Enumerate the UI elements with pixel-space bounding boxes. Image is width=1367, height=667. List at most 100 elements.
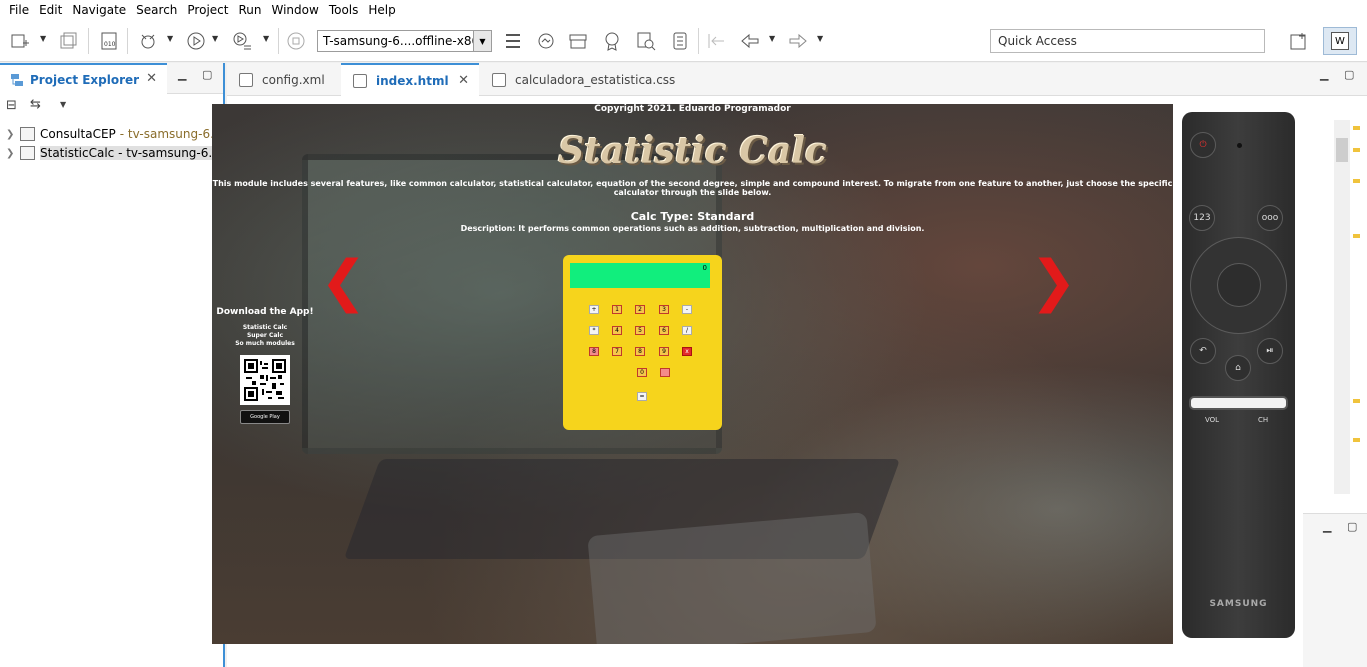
chevron-down-icon[interactable]: ▼: [167, 34, 173, 43]
play-pause-icon[interactable]: ⏯: [1257, 338, 1283, 364]
tab-project-explorer[interactable]: Project Explorer ✕: [0, 63, 167, 94]
chevron-down-icon[interactable]: ▼: [473, 31, 491, 51]
minimize-icon[interactable]: ▁: [1323, 520, 1331, 533]
key-clear[interactable]: x: [682, 347, 692, 356]
certificate-icon[interactable]: [601, 30, 623, 52]
annotation-marker[interactable]: [1353, 179, 1360, 183]
key-divide[interactable]: /: [682, 326, 692, 335]
tab-calculadora-css[interactable]: calculadora_estatistica.css: [480, 63, 680, 96]
editor-scrollbar[interactable]: [1334, 120, 1350, 494]
key-subtract[interactable]: -: [682, 305, 692, 314]
home-icon[interactable]: ⌂: [1225, 355, 1251, 381]
previous-arrow-icon[interactable]: ❮: [320, 254, 367, 310]
new-wizard-icon[interactable]: [9, 30, 31, 52]
maximize-icon[interactable]: ▢: [1347, 520, 1357, 533]
target-device-select[interactable]: T-samsung-6....offline-x86) ▼: [317, 30, 492, 52]
key-9[interactable]: 9: [659, 347, 669, 356]
key-3[interactable]: 3: [659, 305, 669, 314]
key-8[interactable]: 8: [635, 347, 645, 356]
maximize-icon[interactable]: ▢: [1344, 68, 1354, 81]
tree-item-consultacep[interactable]: ❯ ConsultaCEP - tv-samsung-6.0: [6, 125, 222, 143]
key-0[interactable]: 0: [637, 368, 647, 377]
key-5[interactable]: 5: [635, 326, 645, 335]
volume-channel-rocker[interactable]: [1189, 396, 1288, 410]
quick-access-input[interactable]: Quick Access: [990, 29, 1265, 53]
maximize-icon[interactable]: ▢: [202, 68, 212, 81]
collapse-all-icon[interactable]: ⊟: [6, 98, 17, 113]
back-arrow-icon[interactable]: [739, 30, 761, 52]
key-6[interactable]: 6: [659, 326, 669, 335]
app-description: This module includes several features, l…: [212, 179, 1173, 197]
annotation-marker[interactable]: [1353, 234, 1360, 238]
web-perspective-button[interactable]: W: [1323, 27, 1357, 55]
menu-search[interactable]: Search: [131, 3, 182, 17]
binary-icon[interactable]: 010: [98, 30, 120, 52]
menu-edit[interactable]: Edit: [34, 3, 67, 17]
inspect-icon[interactable]: [535, 30, 557, 52]
run-icon[interactable]: [185, 30, 207, 52]
key-equals[interactable]: =: [637, 392, 647, 401]
menu-navigate[interactable]: Navigate: [67, 3, 131, 17]
next-arrow-icon[interactable]: ❯: [1030, 254, 1077, 310]
tab-index-html[interactable]: index.html ✕: [341, 63, 479, 96]
minimize-icon[interactable]: ▁: [178, 68, 186, 81]
minimize-icon[interactable]: ▁: [1320, 68, 1328, 81]
calc-type: Calc Type: Standard: [630, 210, 755, 223]
chevron-down-icon[interactable]: ▼: [263, 34, 269, 43]
annotation-marker[interactable]: [1353, 148, 1360, 152]
package-icon[interactable]: [567, 30, 589, 52]
chevron-down-icon[interactable]: ▼: [212, 34, 218, 43]
annotation-marker[interactable]: [1353, 126, 1360, 130]
back-icon[interactable]: ↶: [1190, 338, 1216, 364]
run-config-icon[interactable]: [231, 30, 253, 52]
number-pad-button[interactable]: 123: [1189, 205, 1215, 231]
chevron-right-icon[interactable]: ❯: [6, 129, 18, 140]
chevron-right-icon[interactable]: ❯: [6, 148, 18, 159]
search-log-icon[interactable]: [635, 30, 657, 52]
key-4[interactable]: 4: [612, 326, 622, 335]
key-add[interactable]: +: [589, 305, 599, 314]
tree-item-statisticcalc[interactable]: ❯ StatisticCalc - tv-samsung-6.0: [6, 144, 220, 162]
scroll-thumb[interactable]: [1336, 138, 1348, 162]
ir-sensor: [1237, 143, 1242, 148]
forward-arrow-icon[interactable]: [787, 30, 809, 52]
chevron-down-icon[interactable]: ▼: [769, 34, 775, 43]
power-icon[interactable]: ⏻: [1190, 132, 1216, 158]
view-menu-icon[interactable]: ▼: [60, 100, 66, 109]
key-8-alt[interactable]: 8: [589, 347, 599, 356]
menu-tools[interactable]: Tools: [324, 3, 364, 17]
close-icon[interactable]: ✕: [458, 73, 469, 88]
save-all-icon[interactable]: [57, 30, 79, 52]
open-perspective-icon[interactable]: [1288, 30, 1310, 52]
google-play-badge[interactable]: Google Play: [240, 410, 290, 424]
key-decimal[interactable]: [660, 368, 670, 377]
key-multiply[interactable]: *: [589, 326, 599, 335]
menu-window[interactable]: Window: [266, 3, 323, 17]
more-button[interactable]: ooo: [1257, 205, 1283, 231]
key-2[interactable]: 2: [635, 305, 645, 314]
key-7[interactable]: 7: [612, 347, 622, 356]
emulator-screen[interactable]: Copyright 2021. Eduardo Programador Stat…: [212, 104, 1173, 644]
annotation-marker[interactable]: [1353, 438, 1360, 442]
menu-project[interactable]: Project: [182, 3, 233, 17]
background-photo-calculator: [587, 512, 877, 644]
chevron-down-icon[interactable]: ▼: [817, 34, 823, 43]
close-icon[interactable]: ✕: [146, 71, 157, 86]
last-edit-icon[interactable]: [705, 30, 727, 52]
tab-config-xml[interactable]: config.xml: [227, 63, 340, 96]
chevron-down-icon[interactable]: ▼: [40, 34, 46, 43]
download-app-item: Statistic Calc: [242, 324, 288, 331]
menu-file[interactable]: File: [4, 3, 34, 17]
device-list-icon[interactable]: [502, 30, 524, 52]
stop-icon[interactable]: [285, 30, 307, 52]
annotation-marker[interactable]: [1353, 399, 1360, 403]
google-play-label: Google Play: [250, 414, 280, 420]
link-editor-icon[interactable]: ⇆: [30, 97, 41, 112]
menu-help[interactable]: Help: [363, 3, 400, 17]
ok-button[interactable]: [1217, 263, 1261, 307]
menu-run[interactable]: Run: [233, 3, 266, 17]
debug-icon[interactable]: [137, 30, 159, 52]
key-1[interactable]: 1: [612, 305, 622, 314]
toolbar-separator: [698, 28, 699, 54]
emulator-manager-icon[interactable]: [669, 30, 691, 52]
